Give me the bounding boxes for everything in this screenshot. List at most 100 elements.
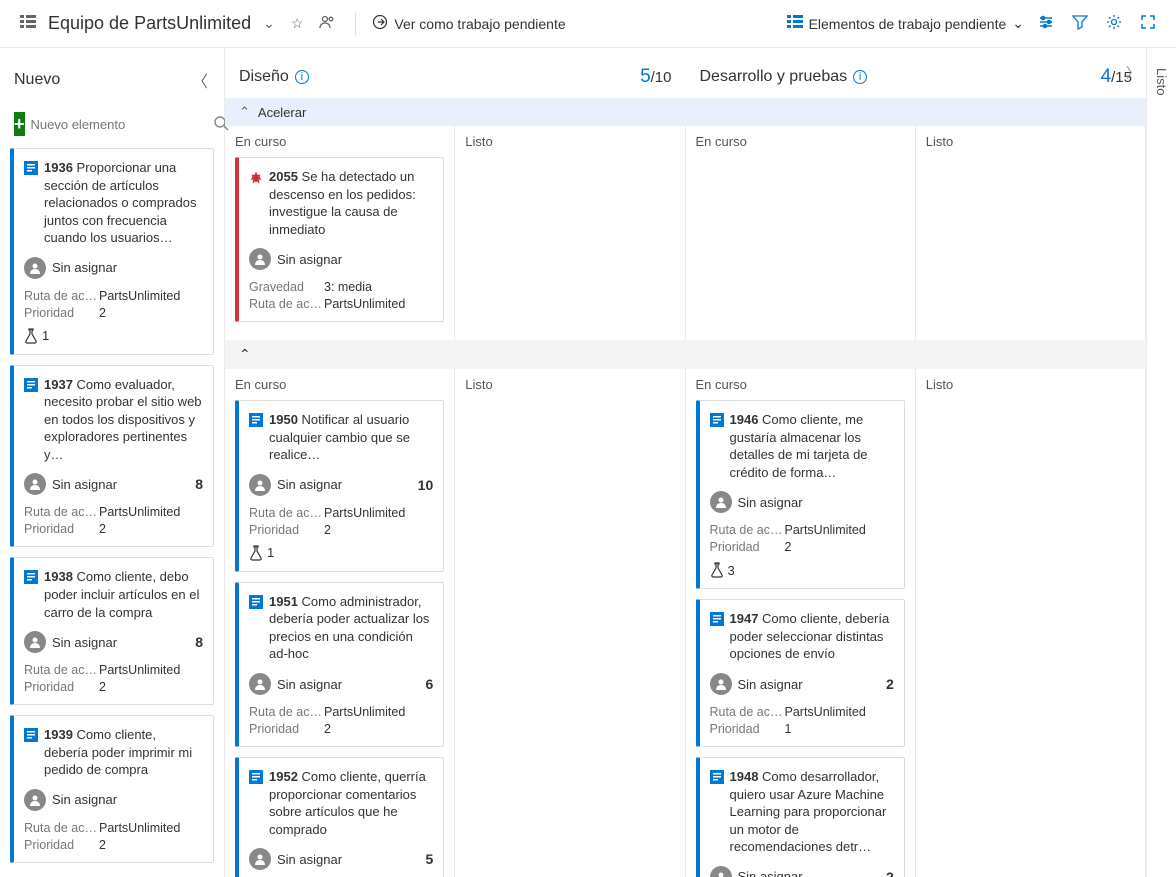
pbi-icon	[710, 612, 724, 663]
work-item-card[interactable]: 1952 Como cliente, querría proporcionar …	[235, 757, 444, 877]
effort-badge: 8	[195, 476, 203, 492]
effort-badge: 2	[886, 869, 894, 877]
collapse-left-icon[interactable]: 〈	[190, 66, 210, 94]
new-column: Nuevo 〈 + 1936 Proporcionar una sección …	[0, 48, 225, 877]
effort-badge: 10	[418, 477, 434, 493]
card-assignee[interactable]: Sin asignar	[24, 789, 203, 811]
card-title: 1937 Como evaluador, necesito probar el …	[44, 376, 203, 464]
card-assignee[interactable]: Sin asignar10	[249, 474, 433, 496]
work-item-card[interactable]: 1939 Como cliente, debería poder imprimi…	[10, 715, 214, 863]
pbi-icon	[24, 378, 38, 464]
card-title: 1948 Como desarrollador, quiero usar Azu…	[730, 768, 894, 856]
test-flask-badge[interactable]: 1	[249, 545, 433, 561]
work-item-card[interactable]: 1947 Como cliente, debería poder selecci…	[696, 599, 905, 747]
avatar-icon	[710, 491, 732, 513]
test-flask-badge[interactable]: 3	[710, 562, 894, 578]
avatar-icon	[249, 848, 271, 870]
pbi-icon	[249, 770, 263, 838]
pbi-icon	[24, 570, 38, 621]
swimlane-title: Acelerar	[258, 105, 306, 120]
card-title: 1939 Como cliente, debería poder imprimi…	[44, 726, 203, 779]
team-title[interactable]: Equipo de PartsUnlimited	[48, 13, 251, 34]
card-assignee[interactable]: Sin asignar2	[710, 673, 894, 695]
board-header: Equipo de PartsUnlimited ⌄ ☆ Ver como tr…	[0, 0, 1176, 48]
card-assignee[interactable]: Sin asignar	[249, 248, 433, 270]
people-icon[interactable]	[315, 10, 339, 37]
subcol-diseno-listo: Listo	[455, 369, 685, 877]
work-item-card[interactable]: 1936 Proporcionar una sección de artícul…	[10, 148, 214, 355]
work-item-card[interactable]: 1948 Como desarrollador, quiero usar Azu…	[696, 757, 905, 877]
subcol-desarrollo-listo: Listo	[916, 369, 1146, 877]
chevron-down-icon[interactable]: ⌄	[259, 11, 279, 36]
work-item-card[interactable]: 1938 Como cliente, debo poder incluir ar…	[10, 557, 214, 705]
right-collapsed-label: Listo	[1154, 68, 1169, 95]
subcol-diseno-encurso: En curso 1950 Notificar al usuario cualq…	[225, 369, 455, 877]
work-item-card[interactable]: 1946 Como cliente, me gustaría almacenar…	[696, 400, 905, 589]
card-title: 1950 Notificar al usuario cualquier camb…	[269, 411, 433, 464]
subcol-desarrollo-encurso: En curso 1946 Como cliente, me gustaría …	[686, 369, 916, 877]
view-as-backlog-label: Ver como trabajo pendiente	[394, 16, 565, 32]
avatar-icon	[24, 631, 46, 653]
expand-right-icon[interactable]: 〉	[1126, 63, 1140, 83]
kanban-board: Nuevo 〈 + 1936 Proporcionar una sección …	[0, 48, 1176, 877]
backlog-icon	[16, 10, 40, 37]
backlog-dropdown[interactable]: Elementos de trabajo pendiente ⌄	[787, 14, 1024, 33]
bug-icon	[249, 170, 263, 238]
effort-badge: 5	[425, 851, 433, 867]
backlog-dropdown-label: Elementos de trabajo pendiente	[809, 16, 1007, 32]
card-title: 1946 Como cliente, me gustaría almacenar…	[730, 411, 894, 481]
chevron-up-icon[interactable]: ⌃	[239, 346, 251, 362]
subcol-diseno-encurso: En curso 2055 Se ha detectado un descens…	[225, 126, 455, 340]
card-title: 1938 Como cliente, debo poder incluir ar…	[44, 568, 203, 621]
effort-badge: 2	[886, 676, 894, 692]
pbi-icon	[249, 413, 263, 464]
fullscreen-icon[interactable]	[1136, 10, 1160, 37]
right-collapsed-column[interactable]: Listo	[1146, 48, 1176, 877]
pbi-icon	[710, 413, 724, 481]
settings-sliders-icon[interactable]	[1034, 10, 1058, 37]
column-title: Desarrollo y pruebas	[700, 68, 848, 86]
card-title: 1947 Como cliente, debería poder selecci…	[730, 610, 894, 663]
work-item-card[interactable]: 2055 Se ha detectado un descenso en los …	[235, 157, 444, 322]
column-header-diseno: Diseño i 5/10	[225, 48, 686, 98]
subcol-desarrollo-listo: Listo	[916, 126, 1146, 340]
subcol-desarrollo-encurso: En curso	[686, 126, 916, 340]
card-assignee[interactable]: Sin asignar2	[710, 866, 894, 877]
card-assignee[interactable]: Sin asignar8	[24, 631, 203, 653]
card-assignee[interactable]: Sin asignar8	[24, 473, 203, 495]
column-header-desarrollo: Desarrollo y pruebas i 4/15	[686, 48, 1147, 98]
pbi-icon	[24, 728, 38, 779]
column-title: Diseño	[239, 68, 289, 86]
avatar-icon	[24, 473, 46, 495]
add-item-button[interactable]: +	[14, 112, 25, 136]
star-icon[interactable]: ☆	[287, 11, 308, 36]
avatar-icon	[249, 673, 271, 695]
card-assignee[interactable]: Sin asignar	[24, 257, 203, 279]
filter-icon[interactable]	[1068, 10, 1092, 37]
swimlane-header-acelerar[interactable]: ⌃ Acelerar	[225, 98, 1146, 126]
gear-icon[interactable]	[1102, 10, 1126, 37]
avatar-icon	[249, 248, 271, 270]
view-as-backlog[interactable]: Ver como trabajo pendiente	[372, 14, 565, 33]
backlog-icon	[787, 14, 803, 33]
card-assignee[interactable]: Sin asignar	[710, 491, 894, 513]
chevron-up-icon[interactable]: ⌃	[239, 104, 250, 120]
effort-badge: 8	[195, 634, 203, 650]
card-title: 1951 Como administrador, debería poder a…	[269, 593, 433, 663]
new-item-input[interactable]	[31, 117, 207, 132]
avatar-icon	[24, 789, 46, 811]
work-item-card[interactable]: 1937 Como evaluador, necesito probar el …	[10, 365, 214, 548]
work-item-card[interactable]: 1951 Como administrador, debería poder a…	[235, 582, 444, 747]
card-assignee[interactable]: Sin asignar5	[249, 848, 433, 870]
swimlane-collapsed[interactable]: ⌃	[225, 340, 1146, 369]
info-icon[interactable]: i	[853, 70, 867, 84]
test-flask-badge[interactable]: 1	[24, 328, 203, 344]
new-column-title: Nuevo	[14, 71, 60, 89]
pbi-icon	[249, 595, 263, 663]
work-item-card[interactable]: 1950 Notificar al usuario cualquier camb…	[235, 400, 444, 572]
card-assignee[interactable]: Sin asignar6	[249, 673, 433, 695]
chevron-down-icon: ⌄	[1012, 15, 1024, 32]
avatar-icon	[24, 257, 46, 279]
info-icon[interactable]: i	[295, 70, 309, 84]
card-title: 2055 Se ha detectado un descenso en los …	[269, 168, 433, 238]
